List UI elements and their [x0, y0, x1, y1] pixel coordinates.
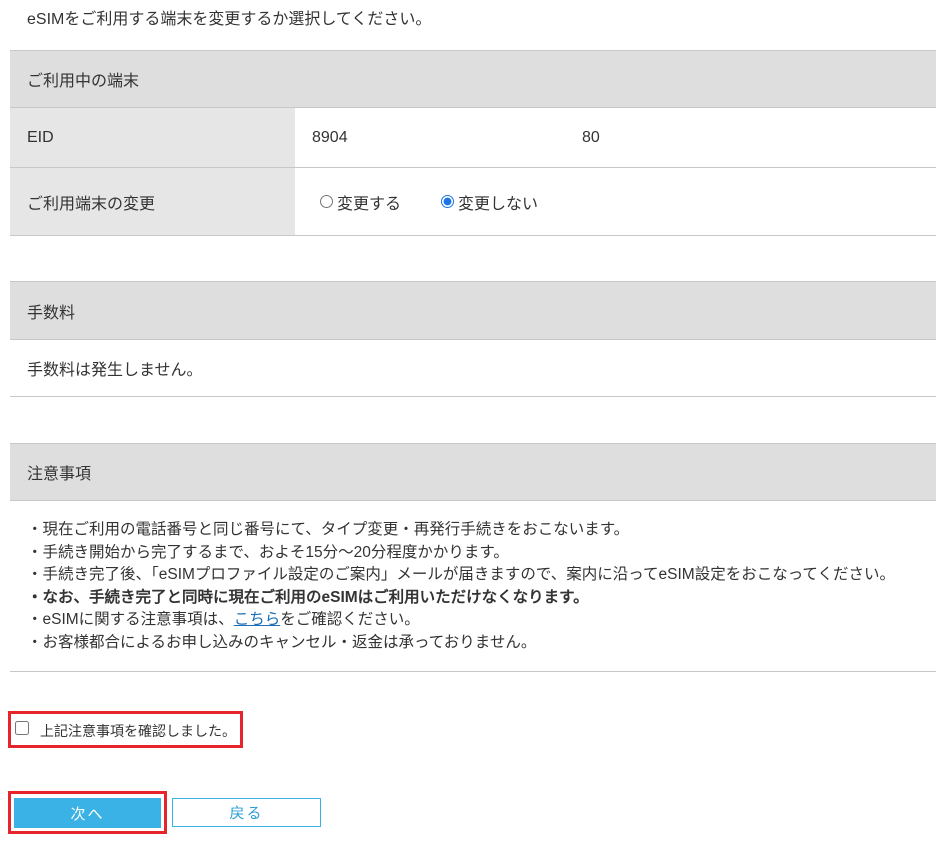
notes-item-before: ・eSIMに関する注意事項は、	[27, 611, 234, 628]
eid-value: 8904 80	[295, 108, 936, 167]
fee-section-title: 手数料	[10, 282, 936, 340]
notes-item: ・手続き完了後、「eSIMプロファイル設定のご案内」メールが届きますので、案内に…	[27, 566, 895, 583]
back-button[interactable]: 戻る	[172, 798, 321, 827]
device-change-row: ご利用端末の変更 変更する 変更しない	[10, 168, 936, 236]
notes-item: ・現在ご利用の電話番号と同じ番号にて、タイプ変更・再発行手続きをおこないます。	[27, 521, 630, 538]
radio-option-no-change[interactable]: 変更しない	[441, 190, 538, 214]
confirm-checkbox[interactable]	[15, 721, 29, 735]
notes-section-title: 注意事項	[10, 444, 936, 501]
radio-change[interactable]	[320, 195, 333, 208]
notes-table: 注意事項 ・現在ご利用の電話番号と同じ番号にて、タイプ変更・再発行手続きをおこな…	[10, 443, 936, 672]
device-change-options: 変更する 変更しない	[295, 168, 936, 235]
confirm-label[interactable]: 上記注意事項を確認しました。	[40, 722, 236, 740]
notes-item: ・手続き開始から完了するまで、およそ15分～20分程度かかります。	[27, 543, 509, 561]
radio-no-change[interactable]	[441, 195, 455, 208]
notes-item-with-link: ・eSIMに関する注意事項は、こちらをご確認ください。	[27, 609, 936, 632]
fee-text: 手数料は発生しません。	[10, 340, 936, 397]
device-table: ご利用中の端末 EID 8904 80 ご利用端末の変更 変更する 変更しない	[10, 50, 936, 236]
fee-table: 手数料 手数料は発生しません。	[10, 281, 936, 397]
instruction-text: eSIMをご利用する端末を変更するか選択してください。	[27, 11, 432, 28]
eid-label: EID	[10, 108, 295, 167]
radio-change-label[interactable]: 変更する	[337, 190, 401, 214]
device-change-label: ご利用端末の変更	[10, 168, 295, 235]
radio-no-change-label[interactable]: 変更しない	[458, 190, 538, 214]
notes-link[interactable]: こちら	[234, 611, 281, 628]
eid-value-start: 8904	[312, 128, 348, 146]
eid-row: EID 8904 80	[10, 108, 936, 168]
next-button[interactable]: 次へ	[14, 798, 161, 828]
notes-item-after: をご確認ください。	[280, 611, 420, 628]
device-section-title: ご利用中の端末	[10, 51, 936, 108]
notes-item: ・お客様都合によるお申し込みのキャンセル・返金は承っておりません。	[27, 633, 537, 651]
notes-list: ・現在ご利用の電話番号と同じ番号にて、タイプ変更・再発行手続きをおこないます。 …	[10, 501, 936, 672]
eid-value-end: 80	[582, 128, 600, 146]
notes-item-emphasis: ・なお、手続き完了と同時に現在ご利用のeSIMはご利用いただけなくなります。	[27, 588, 589, 606]
radio-option-change[interactable]: 変更する	[320, 190, 401, 214]
